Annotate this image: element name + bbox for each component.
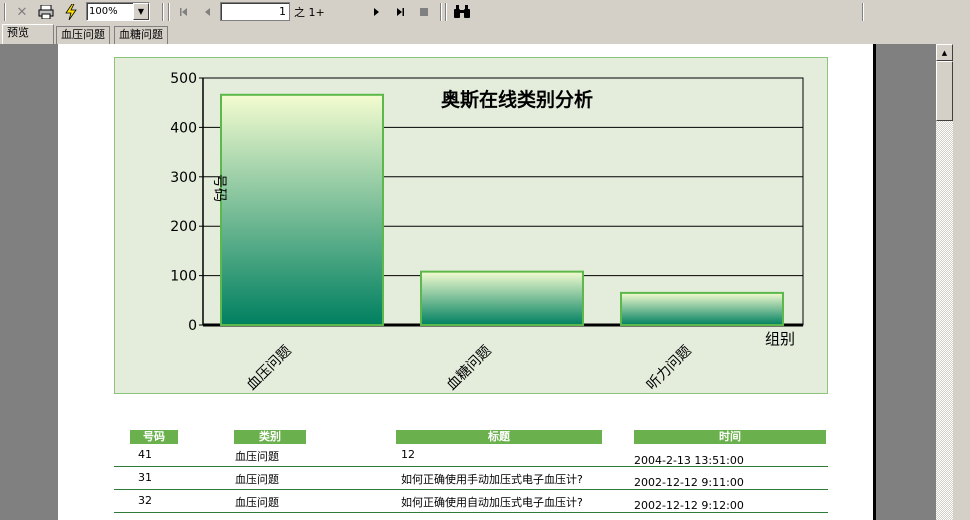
tab-preview[interactable]: 预览: [2, 24, 54, 44]
last-page-icon[interactable]: [390, 2, 410, 22]
refresh-icon[interactable]: [61, 2, 81, 22]
table-row: 41 血压问题 12 2004-2-13 13:51:00: [114, 444, 828, 467]
cell-time: 2002-12-12 9:12:00: [634, 499, 744, 512]
binoculars-icon[interactable]: [452, 2, 472, 22]
y-tick-label: 100: [170, 269, 197, 285]
scroll-thumb[interactable]: [936, 61, 953, 121]
close-icon[interactable]: ✕: [12, 2, 32, 22]
toolbar-separator: [440, 3, 442, 21]
previous-page-icon[interactable]: [198, 2, 218, 22]
cell-category: 血压问题: [235, 450, 279, 463]
table-row: 31 血压问题 如何正确使用手动加压式电子血压计? 2002-12-12 9:1…: [114, 467, 828, 490]
report-tabs: 预览 血压问题 血糖问题: [0, 24, 970, 44]
toolbar: ✕ 100% ▼ 1 之 1+: [0, 0, 970, 24]
cell-title: 如何正确使用自动加压式电子血压计?: [401, 496, 583, 509]
page-number-input[interactable]: 1: [220, 2, 290, 21]
toolbar-separator: [168, 3, 170, 21]
cell-time: 2002-12-12 9:11:00: [634, 476, 744, 489]
next-page-icon[interactable]: [366, 2, 386, 22]
y-tick-label: 200: [170, 219, 197, 235]
y-tick-label: 0: [188, 318, 197, 334]
cell-title: 12: [401, 448, 415, 461]
table-header-category: 类别: [234, 430, 306, 444]
chevron-down-icon[interactable]: ▼: [133, 3, 149, 20]
x-axis-label: 组别: [765, 330, 795, 348]
category-chart: 0 100 200 300 400 500 血压问题 血糖问题 听力问题 奥斯在线类别分析号码组别: [170, 71, 804, 394]
window-edge: [953, 44, 970, 520]
cell-id: 31: [138, 471, 152, 484]
report-page: 0 100 200 300 400 500 血压问题 血糖问题 听力问题 奥斯在线类别分析 号码 组别…: [58, 44, 876, 520]
cell-category: 血压问题: [235, 473, 279, 486]
cell-category: 血压问题: [235, 496, 279, 509]
table-header-id: 号码: [130, 430, 178, 444]
tab-blood-sugar[interactable]: 血糖问题: [114, 26, 168, 44]
y-axis-label: 号码: [211, 174, 227, 202]
bar: [220, 93, 384, 326]
toolbar-separator: [162, 3, 164, 21]
vertical-scrollbar[interactable]: ▲: [936, 44, 953, 520]
zoom-value: 100%: [89, 6, 118, 17]
cell-title: 如何正确使用手动加压式电子血压计?: [401, 473, 583, 486]
y-tick-label: 400: [170, 120, 197, 136]
toolbar-separator: [4, 3, 6, 21]
page-count-label: 之 1+: [294, 6, 325, 19]
table-header-time: 时间: [634, 430, 826, 444]
y-tick-label: 500: [170, 71, 197, 87]
print-icon[interactable]: [36, 2, 56, 22]
table-row: 32 血压问题 如何正确使用自动加压式电子血压计? 2002-12-12 9:1…: [114, 490, 828, 513]
bar: [620, 291, 784, 326]
chart-title: 奥斯在线类别分析: [441, 88, 593, 111]
x-tick-label: 听力问题: [644, 343, 695, 394]
toolbar-separator: [445, 3, 447, 21]
chart-panel: 0 100 200 300 400 500 血压问题 血糖问题 听力问题 奥斯在线类别分析号码组别: [114, 57, 828, 394]
first-page-icon[interactable]: [174, 2, 194, 22]
cell-time: 2004-2-13 13:51:00: [634, 454, 744, 467]
report-viewer: 0 100 200 300 400 500 血压问题 血糖问题 听力问题 奥斯在线类别分析 号码 组别…: [0, 44, 936, 520]
x-tick-label: 血压问题: [244, 343, 295, 394]
cell-id: 41: [138, 448, 152, 461]
x-tick-label: 血糖问题: [444, 343, 495, 394]
cell-id: 32: [138, 494, 152, 507]
tab-blood-pressure[interactable]: 血压问题: [56, 26, 110, 44]
y-tick-label: 300: [170, 170, 197, 186]
table-header-title: 标题: [396, 430, 602, 444]
stop-icon[interactable]: [414, 2, 434, 22]
toolbar-separator: [862, 3, 864, 21]
scroll-up-icon[interactable]: ▲: [936, 44, 953, 61]
zoom-select[interactable]: 100% ▼: [86, 2, 150, 21]
bar: [420, 270, 584, 326]
